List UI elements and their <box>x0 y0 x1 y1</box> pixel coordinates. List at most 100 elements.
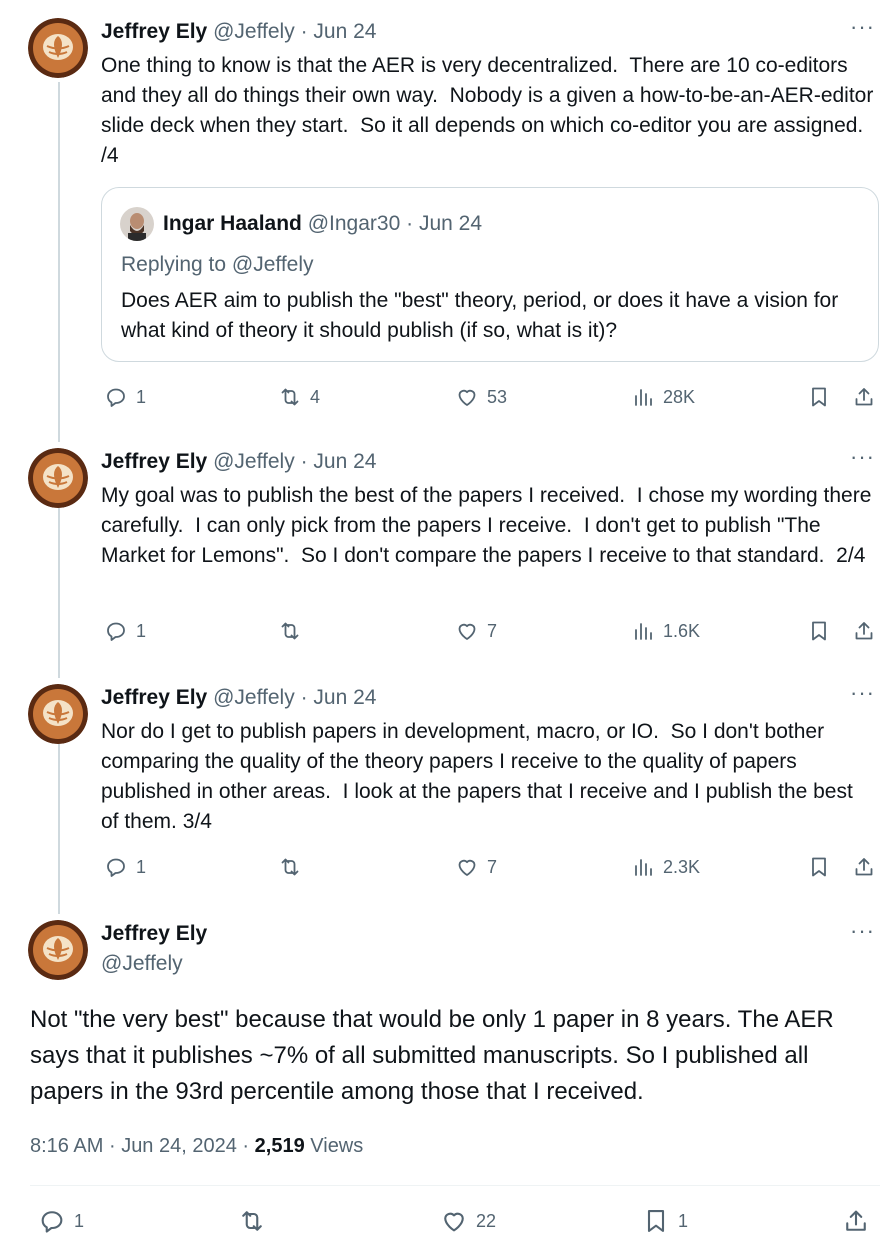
reply-icon <box>107 388 125 407</box>
views-icon <box>635 389 652 406</box>
reply-count: 1 <box>136 386 147 407</box>
reply-icon <box>41 1211 63 1233</box>
tweet-text: One thing to know is that the AER is ver… <box>101 54 880 167</box>
repost-button[interactable] <box>278 852 310 882</box>
share-icon <box>855 858 873 876</box>
tweet-text: Not "the very best" because that would b… <box>30 1006 834 1105</box>
display-name[interactable]: Jeffrey Ely <box>101 920 207 948</box>
tweet-date[interactable]: Jun 24 <box>313 450 376 473</box>
like-count: 7 <box>487 856 498 877</box>
bookmark-button[interactable]: 1 <box>642 1206 688 1236</box>
repost-button[interactable] <box>278 616 310 646</box>
like-count: 7 <box>487 620 498 641</box>
views-button[interactable]: 2.3K <box>631 852 700 882</box>
tweet-text: My goal was to publish the best of the p… <box>101 484 878 567</box>
views-count: 1.6K <box>663 620 701 641</box>
more-icon[interactable]: ··· <box>850 446 875 468</box>
views-button[interactable]: 1.6K <box>631 616 700 646</box>
views-button[interactable]: 28K <box>631 382 695 412</box>
action-bar: 1 7 1.6K <box>0 616 887 646</box>
reply-button[interactable]: 1 <box>104 382 146 412</box>
tweet-date[interactable]: Jun 24, 2024 <box>121 1135 237 1157</box>
avatar[interactable] <box>28 684 88 744</box>
more-icon[interactable]: ··· <box>850 920 875 942</box>
like-icon <box>458 623 476 640</box>
repost-icon <box>281 388 299 406</box>
reply-icon <box>107 858 125 877</box>
repost-icon <box>281 622 299 640</box>
reply-count: 1 <box>136 620 147 641</box>
more-icon[interactable]: ··· <box>850 16 875 38</box>
avatar[interactable] <box>28 448 88 508</box>
separator: · <box>300 686 308 709</box>
quote-header: Ingar Haaland @Ingar30 · Jun 24 <box>163 211 482 237</box>
avatar[interactable] <box>28 920 88 980</box>
like-button[interactable]: 7 <box>455 852 497 882</box>
views-count: 2,519 <box>254 1135 305 1157</box>
repost-icon <box>242 1211 262 1231</box>
share-button[interactable] <box>852 616 876 646</box>
share-button[interactable] <box>852 382 876 412</box>
separator: · <box>300 450 308 473</box>
reply-button[interactable]: 1 <box>104 852 146 882</box>
repost-button[interactable] <box>238 1206 274 1236</box>
share-button[interactable] <box>842 1206 870 1236</box>
bookmark-icon <box>812 857 826 877</box>
reply-button[interactable]: 1 <box>38 1206 84 1236</box>
like-count: 53 <box>487 386 508 407</box>
views-count: 2.3K <box>663 856 701 877</box>
separator: · <box>300 20 308 43</box>
tweet-date[interactable]: Jun 24 <box>313 20 376 43</box>
views-count: 28K <box>663 386 696 407</box>
reply-count: 1 <box>74 1210 85 1231</box>
tweet-date[interactable]: Jun 24 <box>313 686 376 709</box>
bookmark-icon <box>812 621 826 641</box>
tweet[interactable]: Jeffrey Ely @Jeffely · Jun 24 ··· One th… <box>0 16 887 418</box>
tweet-meta: 8:16 AM · Jun 24, 2024 · 2,519 Views <box>30 1132 363 1160</box>
user-handle[interactable]: @Jeffely <box>213 450 295 473</box>
divider <box>30 1185 880 1186</box>
tweet-header: Jeffrey Ely @Jeffely · Jun 24 <box>101 684 376 712</box>
bookmark-icon <box>647 1210 665 1232</box>
bookmark-button[interactable] <box>807 852 831 882</box>
tweet[interactable]: Jeffrey Ely @Jeffely · Jun 24 ··· My goa… <box>0 446 887 658</box>
like-button[interactable]: 7 <box>455 616 497 646</box>
avatar[interactable] <box>28 18 88 78</box>
bookmark-button[interactable] <box>807 616 831 646</box>
user-handle[interactable]: @Jeffely <box>101 950 183 978</box>
action-bar: 1 4 53 28K <box>0 382 887 412</box>
reply-button[interactable]: 1 <box>104 616 146 646</box>
repost-count: 4 <box>310 386 321 407</box>
display-name: Ingar Haaland <box>163 212 302 235</box>
tweet-text: Nor do I get to publish papers in develo… <box>101 720 859 833</box>
avatar <box>120 207 154 241</box>
display-name[interactable]: Jeffrey Ely <box>101 686 207 709</box>
user-handle[interactable]: @Jeffely <box>213 20 295 43</box>
repost-button[interactable]: 4 <box>278 382 320 412</box>
action-bar: 1 7 2.3K <box>0 852 887 882</box>
quote-text: Does AER aim to publish the "best" theor… <box>121 289 839 342</box>
tweet-date: Jun 24 <box>418 212 483 235</box>
display-name[interactable]: Jeffrey Ely <box>101 20 207 43</box>
tweet-time[interactable]: 8:16 AM <box>30 1135 103 1157</box>
bookmark-icon <box>812 387 826 407</box>
tweet-header: Jeffrey Ely @Jeffely · Jun 24 <box>101 448 376 476</box>
tweet[interactable]: Jeffrey Ely @Jeffely · Jun 24 ··· Nor do… <box>0 682 887 894</box>
like-count: 22 <box>476 1210 497 1231</box>
like-icon <box>444 1212 464 1232</box>
like-button[interactable]: 53 <box>455 382 507 412</box>
like-button[interactable]: 22 <box>440 1206 496 1236</box>
quoted-tweet[interactable]: Ingar Haaland @Ingar30 · Jun 24 Replying… <box>101 187 879 362</box>
bookmark-button[interactable] <box>807 382 831 412</box>
user-handle[interactable]: @Jeffely <box>213 686 295 709</box>
repost-icon <box>281 858 299 876</box>
tweet-header: Jeffrey Ely @Jeffely · Jun 24 <box>101 18 376 46</box>
display-name[interactable]: Jeffrey Ely <box>101 450 207 473</box>
like-icon <box>458 859 476 876</box>
more-icon[interactable]: ··· <box>850 682 875 704</box>
share-icon <box>855 388 873 406</box>
share-icon <box>855 622 873 640</box>
share-icon <box>846 1210 866 1231</box>
separator: · <box>108 1135 116 1157</box>
share-button[interactable] <box>852 852 876 882</box>
